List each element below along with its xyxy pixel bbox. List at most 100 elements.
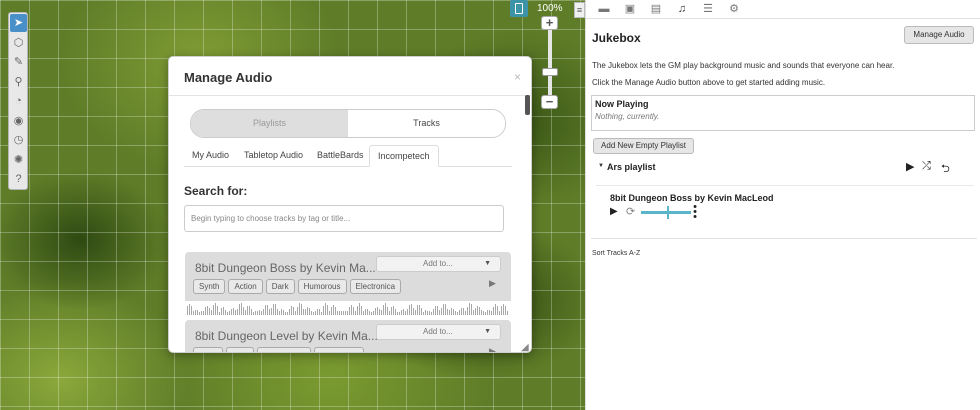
tag[interactable] bbox=[226, 347, 254, 352]
waveform-bar bbox=[311, 310, 312, 315]
tab-tabletop-audio[interactable]: Tabletop Audio bbox=[244, 145, 303, 167]
shuffle-icon[interactable]: ⤮ bbox=[922, 160, 931, 173]
resize-grip-icon[interactable]: ◢ bbox=[521, 342, 529, 352]
tag[interactable] bbox=[193, 347, 223, 352]
collapse-caret-icon[interactable]: ▼ bbox=[598, 163, 604, 169]
waveform-bar bbox=[281, 308, 282, 315]
chat-icon[interactable]: ▬ bbox=[596, 1, 612, 17]
waveform-bar bbox=[497, 305, 498, 315]
tag[interactable]: Electronica bbox=[349, 279, 402, 294]
waveform-bar bbox=[221, 307, 222, 315]
jukebox-icon[interactable]: ♫ bbox=[674, 1, 690, 17]
zoom-in-button[interactable]: + bbox=[541, 16, 558, 30]
playlists-toggle[interactable]: Playlists bbox=[191, 110, 348, 137]
waveform-bar bbox=[391, 306, 392, 315]
waveform-bar bbox=[355, 311, 356, 315]
track-play-icon[interactable]: ▶ bbox=[610, 206, 618, 217]
waveform-bar bbox=[435, 305, 436, 315]
clock-tool-icon[interactable]: ◷ bbox=[10, 131, 27, 149]
toggle-sidebar-button[interactable] bbox=[510, 0, 528, 17]
waveform-bar bbox=[461, 307, 462, 315]
settings-icon[interactable]: ⚙ bbox=[726, 1, 742, 17]
waveform-bar bbox=[493, 306, 494, 315]
dialog-scrollbar[interactable] bbox=[525, 95, 530, 352]
tab-battlebards[interactable]: BattleBards bbox=[317, 145, 364, 167]
volume-slider[interactable] bbox=[641, 211, 691, 214]
tag[interactable] bbox=[257, 347, 311, 352]
preview-play-icon[interactable]: ▶ bbox=[489, 346, 496, 352]
tag[interactable]: Synth bbox=[193, 279, 226, 294]
waveform-bar bbox=[463, 307, 464, 315]
waveform-bar bbox=[283, 310, 284, 315]
waveform-bar bbox=[337, 310, 338, 315]
waveform-bar bbox=[495, 303, 496, 315]
fx-tool-icon[interactable]: ✺ bbox=[10, 151, 27, 169]
waveform-bar bbox=[301, 304, 302, 315]
track-search-input[interactable] bbox=[184, 205, 504, 232]
playlist-name[interactable]: Ars playlist bbox=[607, 162, 656, 172]
waveform-bar bbox=[241, 303, 242, 315]
waveform-bar bbox=[455, 311, 456, 315]
waveform-bar bbox=[393, 306, 394, 315]
waveform-bar bbox=[471, 304, 472, 315]
scrollbar-thumb[interactable] bbox=[525, 95, 530, 115]
now-playing-value: Nothing, currently. bbox=[595, 112, 660, 121]
waveform-bar bbox=[243, 307, 244, 315]
volume-slider-handle[interactable] bbox=[667, 206, 670, 219]
waveform-bar bbox=[373, 311, 374, 315]
waveform-bar bbox=[339, 310, 340, 315]
waveform-bar bbox=[477, 305, 478, 315]
waveform-bar bbox=[507, 310, 508, 315]
tag[interactable] bbox=[314, 347, 364, 352]
zoom-slider-handle[interactable] bbox=[542, 68, 558, 76]
waveform-bar bbox=[443, 303, 444, 315]
tab-incompetech[interactable]: Incompetech bbox=[369, 145, 439, 167]
waveform-bar bbox=[357, 305, 358, 315]
tag[interactable]: Humorous bbox=[297, 279, 347, 294]
journal-icon[interactable]: ▤ bbox=[648, 1, 664, 17]
more-options-icon[interactable]: • • • bbox=[693, 202, 697, 223]
add-to-dropdown[interactable]: Add to... ▼ bbox=[376, 324, 501, 340]
waveform-bar bbox=[469, 303, 470, 315]
preview-play-icon[interactable]: ▶ bbox=[489, 278, 496, 289]
waveform-bar bbox=[319, 308, 320, 315]
help-tool-icon[interactable]: ? bbox=[10, 170, 27, 188]
sort-tracks-link[interactable]: Sort Tracks A-Z bbox=[592, 250, 640, 257]
measure-tool-icon[interactable]: ◔ bbox=[10, 92, 27, 110]
add-to-dropdown[interactable]: Add to... ▼ bbox=[376, 256, 501, 272]
select-tool-icon[interactable]: ➤ bbox=[10, 14, 27, 32]
close-icon[interactable]: × bbox=[514, 70, 521, 84]
tabletop-map[interactable]: ➤ ⬡ ✎ ⚲ ◔ ◉ ◷ ✺? 100% + − ≡ Manage Audio × Play… bbox=[0, 0, 585, 410]
search-label: Search for: bbox=[184, 184, 248, 198]
waveform-bar bbox=[367, 308, 368, 315]
eye-tool-icon[interactable]: ◉ bbox=[10, 112, 27, 130]
compendium-icon[interactable]: ☰ bbox=[700, 1, 716, 17]
add-playlist-button[interactable]: Add New Empty Playlist bbox=[593, 138, 694, 154]
zoom-slider[interactable] bbox=[548, 18, 552, 106]
shapes-tool-icon[interactable]: ⬡ bbox=[10, 34, 27, 52]
playlist-exit-icon[interactable]: ⮌ bbox=[941, 160, 950, 179]
waveform-bar bbox=[205, 307, 206, 315]
waveform-bar bbox=[289, 309, 290, 315]
waveform-bar bbox=[417, 304, 418, 315]
waveform[interactable] bbox=[185, 301, 511, 317]
waveform-bar bbox=[325, 303, 326, 315]
draw-tool-icon[interactable]: ✎ bbox=[10, 53, 27, 71]
waveform-bar bbox=[361, 306, 362, 315]
zoom-tool-icon[interactable]: ⚲ bbox=[10, 73, 27, 91]
tab-my-audio[interactable]: My Audio bbox=[192, 145, 229, 167]
waveform-bar bbox=[397, 311, 398, 315]
manage-audio-button[interactable]: Manage Audio bbox=[904, 26, 974, 44]
art-library-icon[interactable]: ▣ bbox=[622, 1, 638, 17]
waveform-bar bbox=[501, 306, 502, 315]
zoom-out-button[interactable]: − bbox=[541, 95, 558, 109]
loop-icon[interactable]: ⟳ bbox=[626, 205, 635, 218]
tracks-toggle[interactable]: Tracks bbox=[348, 110, 505, 137]
tag[interactable]: Action bbox=[228, 279, 263, 294]
add-to-label: Add to... bbox=[423, 327, 453, 336]
waveform-bar bbox=[405, 310, 406, 315]
tag[interactable]: Dark bbox=[265, 279, 295, 294]
sidebar-menu-button[interactable]: ≡ bbox=[574, 2, 585, 18]
playlist-play-icon[interactable]: ▶ bbox=[906, 160, 914, 173]
waveform-bar bbox=[313, 311, 314, 315]
